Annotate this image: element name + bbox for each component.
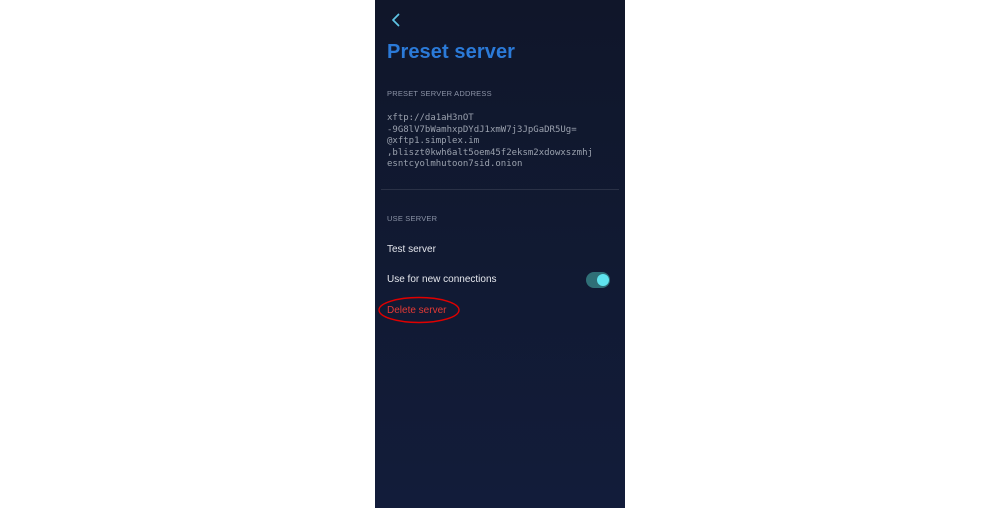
use-server-label: USE SERVER [387, 214, 438, 223]
address-line: ,bliszt0kwh6alt5oem45f2eksm2xdowxszmhj [387, 147, 593, 158]
use-for-new-connections-label: Use for new connections [387, 274, 497, 285]
delete-server-label: Delete server [387, 305, 447, 316]
section-divider [381, 189, 619, 190]
test-server-button[interactable]: Test server [387, 244, 436, 255]
toggle-knob [597, 274, 609, 286]
address-line: xftp://da1aH3nOT [387, 113, 474, 123]
address-line: esntcyolmhutoon7sid.onion [387, 159, 523, 169]
address-line: -9G8lV7bWamhxpDYdJ1xmW7j3JpGaDR5Ug= [387, 124, 577, 135]
page-title: Preset server [387, 41, 516, 63]
chevron-left-icon [392, 13, 400, 27]
preset-server-address-label: PRESET SERVER ADDRESS [387, 89, 492, 98]
server-address: xftp://da1aH3nOT -9G8lV7bWamhxpDYdJ1xmW7… [387, 113, 619, 171]
delete-server-button[interactable]: Delete server [378, 296, 460, 324]
phone-screen: Preset server PRESET SERVER ADDRESS xftp… [375, 0, 625, 508]
address-line: @xftp1.simplex.im [387, 136, 480, 146]
back-button[interactable] [385, 9, 407, 31]
use-for-new-connections-toggle[interactable] [586, 272, 610, 288]
